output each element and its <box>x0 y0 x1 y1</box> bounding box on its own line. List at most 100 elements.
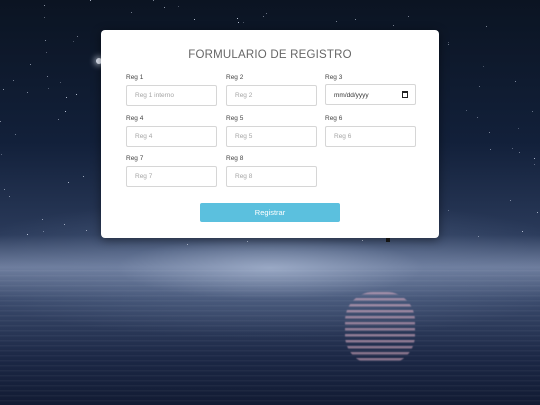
star <box>466 110 467 111</box>
star <box>13 80 14 81</box>
field-label-reg-8: Reg 8 <box>226 155 244 162</box>
field-label-reg-5: Reg 5 <box>226 115 244 122</box>
sea-surface <box>0 270 540 405</box>
star <box>66 97 67 98</box>
star <box>30 64 31 65</box>
star <box>42 219 43 220</box>
star <box>47 76 48 77</box>
star <box>519 152 520 153</box>
star <box>3 89 4 90</box>
field-reg-4: Reg 4 <box>126 115 217 147</box>
star <box>336 21 337 22</box>
star <box>448 44 449 45</box>
star <box>65 111 66 112</box>
star <box>90 0 91 1</box>
field-reg-8: Reg 8 <box>226 155 317 187</box>
star <box>27 234 28 235</box>
star <box>522 231 523 232</box>
star <box>534 158 535 159</box>
field-label-reg-6: Reg 6 <box>325 115 343 122</box>
registration-form-card: FORMULARIO DE REGISTRO Reg 1 Reg 2 Reg 3… <box>101 30 439 238</box>
star <box>362 240 363 241</box>
reg-7-input[interactable] <box>126 166 217 187</box>
star <box>515 81 516 82</box>
star <box>393 25 394 26</box>
star <box>448 42 449 43</box>
star <box>194 19 195 20</box>
star <box>68 182 69 183</box>
star <box>408 16 409 17</box>
star <box>237 18 238 19</box>
star <box>532 111 533 112</box>
star <box>477 117 478 118</box>
star <box>510 200 511 201</box>
submit-button[interactable]: Registrar <box>200 203 340 222</box>
reg-6-input[interactable] <box>325 126 416 147</box>
star <box>178 6 179 7</box>
field-reg-1: Reg 1 <box>126 74 217 106</box>
star <box>64 224 65 225</box>
star <box>58 119 59 120</box>
star <box>486 26 487 27</box>
field-reg-6: Reg 6 <box>325 115 416 147</box>
star <box>60 82 61 83</box>
star <box>43 231 44 232</box>
star <box>86 230 87 231</box>
star <box>83 176 84 177</box>
star <box>479 86 480 87</box>
reg-5-input[interactable] <box>226 126 317 147</box>
star <box>355 19 356 20</box>
reg-2-input[interactable] <box>226 85 317 106</box>
reg-8-input[interactable] <box>226 166 317 187</box>
star <box>490 149 491 150</box>
star <box>44 5 45 6</box>
star <box>73 41 74 42</box>
reg-1-input[interactable] <box>126 85 217 106</box>
reg-4-input[interactable] <box>126 126 217 147</box>
star <box>518 128 519 129</box>
star <box>76 94 77 95</box>
star <box>9 196 10 197</box>
star <box>263 16 264 17</box>
star <box>448 210 449 211</box>
reg-3-date-input[interactable]: mm/dd/yyyy <box>325 84 416 105</box>
field-label-reg-1: Reg 1 <box>126 74 144 81</box>
star <box>46 52 47 53</box>
field-reg-5: Reg 5 <box>226 115 317 147</box>
form-title: FORMULARIO DE REGISTRO <box>188 49 352 61</box>
star <box>512 148 513 149</box>
star <box>77 36 78 37</box>
star <box>45 40 46 41</box>
star <box>187 244 188 245</box>
star <box>247 241 248 242</box>
star <box>44 17 45 18</box>
calendar-icon[interactable] <box>402 91 408 98</box>
star <box>4 189 5 190</box>
star <box>48 88 49 89</box>
star <box>164 7 165 8</box>
water-reflection <box>345 292 415 364</box>
date-value: mm/dd/yyyy <box>334 92 369 99</box>
field-reg-3: Reg 3 mm/dd/yyyy <box>325 74 416 105</box>
star <box>478 236 479 237</box>
boat-silhouette <box>386 238 390 242</box>
star <box>483 66 484 67</box>
star <box>131 12 132 13</box>
star <box>243 22 244 23</box>
star <box>153 0 154 1</box>
star <box>489 132 490 133</box>
field-reg-7: Reg 7 <box>126 155 217 187</box>
star <box>266 13 267 14</box>
star <box>15 134 16 135</box>
star <box>238 22 239 23</box>
star <box>1 154 2 155</box>
field-reg-2: Reg 2 <box>226 74 317 106</box>
field-label-reg-4: Reg 4 <box>126 115 144 122</box>
star <box>27 92 28 93</box>
star <box>537 212 538 213</box>
field-label-reg-3: Reg 3 <box>325 74 343 81</box>
field-label-reg-7: Reg 7 <box>126 155 144 162</box>
star <box>534 164 535 165</box>
field-label-reg-2: Reg 2 <box>226 74 244 81</box>
star <box>0 121 1 122</box>
